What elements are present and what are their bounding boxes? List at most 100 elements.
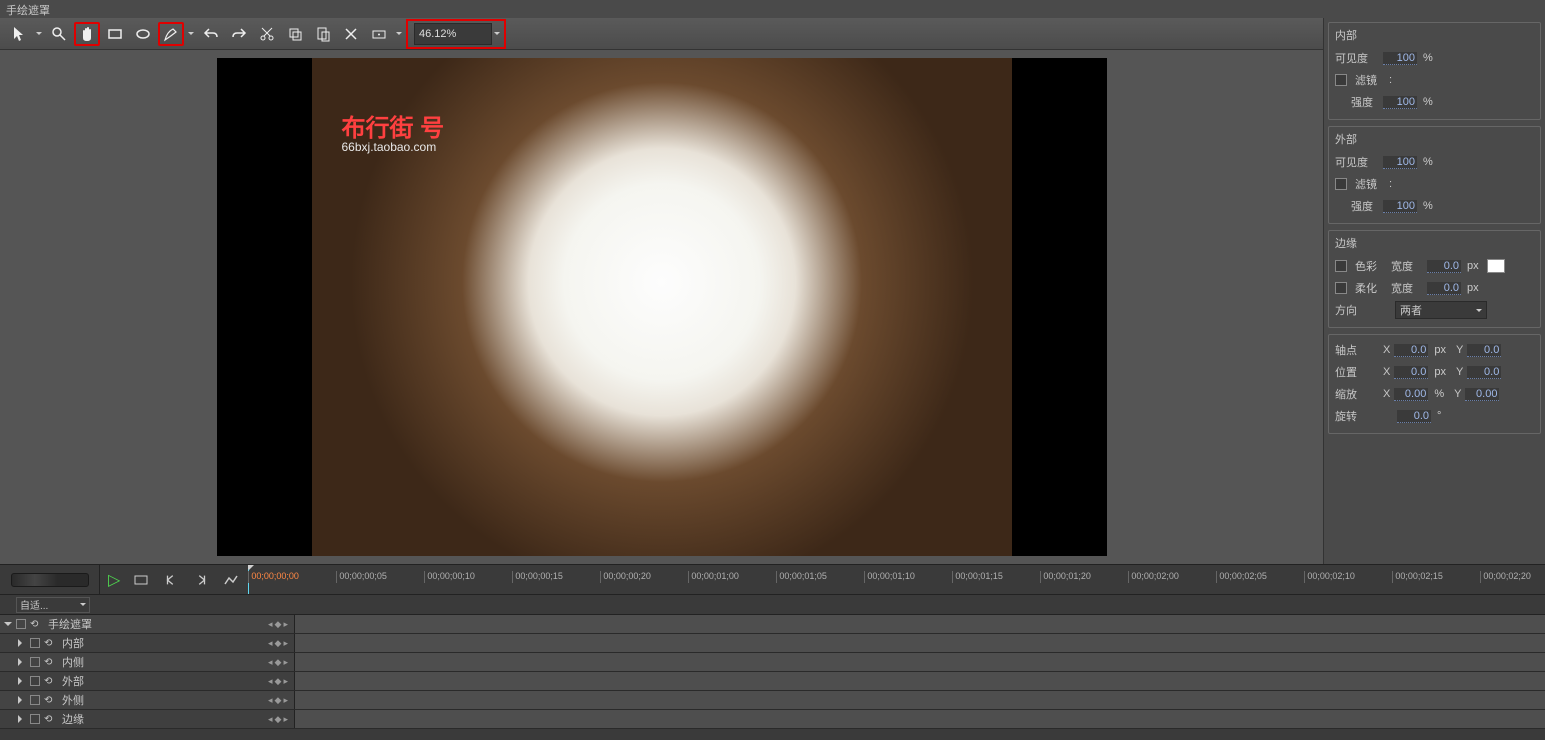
- timeline-mode-select[interactable]: 自适...: [16, 597, 90, 613]
- copy-icon[interactable]: [282, 22, 308, 46]
- track-lane[interactable]: [295, 653, 1545, 671]
- canvas[interactable]: 布行街 号 66bxj.taobao.com: [0, 50, 1323, 564]
- pivot-x-value[interactable]: 0.0: [1394, 344, 1428, 357]
- pen-tool-dropdown[interactable]: [186, 22, 196, 46]
- loop-icon[interactable]: [132, 571, 150, 589]
- track-enable-checkbox[interactable]: [30, 714, 40, 724]
- edge-color-swatch[interactable]: [1487, 259, 1505, 273]
- track-row[interactable]: ⟲手绘遮罩◂◆▸: [0, 615, 1545, 634]
- kf-add-icon[interactable]: ◆: [275, 638, 282, 649]
- edge-color-checkbox[interactable]: [1335, 260, 1347, 272]
- track-enable-checkbox[interactable]: [30, 657, 40, 667]
- play-button[interactable]: ▷: [108, 570, 120, 590]
- ruler-tick[interactable]: 00;00;00;00: [248, 571, 299, 583]
- ellipse-tool-icon[interactable]: [130, 22, 156, 46]
- kf-next-icon[interactable]: ▸: [283, 657, 288, 668]
- ruler-tick[interactable]: 00;00;00;10: [424, 571, 475, 583]
- track-enable-checkbox[interactable]: [30, 676, 40, 686]
- track-row[interactable]: ⟲外部◂◆▸: [0, 672, 1545, 691]
- hand-tool[interactable]: [74, 22, 100, 46]
- expand-toggle-icon[interactable]: [4, 622, 12, 630]
- kf-prev-icon[interactable]: ◂: [268, 638, 273, 649]
- kf-add-icon[interactable]: ◆: [275, 676, 282, 687]
- kf-prev-icon[interactable]: ◂: [268, 676, 273, 687]
- zoom-level-input[interactable]: 46.12%: [414, 23, 492, 45]
- edge-soften-value[interactable]: 0.0: [1427, 282, 1461, 295]
- ruler-tick[interactable]: 00;00;02;15: [1392, 571, 1443, 583]
- scale-x-value[interactable]: 0.00: [1394, 388, 1428, 401]
- aspect-icon[interactable]: [366, 22, 392, 46]
- track-row[interactable]: ⟲边缘◂◆▸: [0, 710, 1545, 729]
- expand-toggle-icon[interactable]: [18, 658, 26, 666]
- kf-add-icon[interactable]: ◆: [275, 657, 282, 668]
- pointer-tool[interactable]: [6, 22, 32, 46]
- ruler-tick[interactable]: 00;00;02;10: [1304, 571, 1355, 583]
- kf-next-icon[interactable]: ▸: [283, 638, 288, 649]
- track-reset-icon[interactable]: ⟲: [44, 638, 58, 649]
- graph-icon[interactable]: [222, 571, 240, 589]
- delete-icon[interactable]: [338, 22, 364, 46]
- track-lane[interactable]: [295, 615, 1545, 633]
- track-reset-icon[interactable]: ⟲: [30, 619, 44, 630]
- prev-keyframe-icon[interactable]: [162, 571, 180, 589]
- ruler-tick[interactable]: 00;00;01;05: [776, 571, 827, 583]
- position-x-value[interactable]: 0.0: [1394, 366, 1428, 379]
- track-enable-checkbox[interactable]: [16, 619, 26, 629]
- ruler-tick[interactable]: 00;00;00;20: [600, 571, 651, 583]
- kf-prev-icon[interactable]: ◂: [268, 695, 273, 706]
- scrub-wheel[interactable]: [11, 573, 89, 587]
- track-reset-icon[interactable]: ⟲: [44, 657, 58, 668]
- aspect-dropdown[interactable]: [394, 22, 404, 46]
- kf-next-icon[interactable]: ▸: [283, 714, 288, 725]
- track-row[interactable]: ⟲内部◂◆▸: [0, 634, 1545, 653]
- kf-prev-icon[interactable]: ◂: [268, 657, 273, 668]
- position-y-value[interactable]: 0.0: [1467, 366, 1501, 379]
- ruler-tick[interactable]: 00;00;02;20: [1480, 571, 1531, 583]
- pivot-y-value[interactable]: 0.0: [1467, 344, 1501, 357]
- kf-next-icon[interactable]: ▸: [283, 695, 288, 706]
- outer-intensity-value[interactable]: 100: [1383, 200, 1417, 213]
- inner-filter-checkbox[interactable]: [1335, 74, 1347, 86]
- kf-add-icon[interactable]: ◆: [275, 714, 282, 725]
- timeline-ruler[interactable]: 00;00;00;00 00;00;00;05 00;00;00;10 00;00;0…: [248, 565, 1545, 594]
- scale-y-value[interactable]: 0.00: [1465, 388, 1499, 401]
- expand-toggle-icon[interactable]: [18, 639, 26, 647]
- kf-next-icon[interactable]: ▸: [283, 676, 288, 687]
- cut-icon[interactable]: [254, 22, 280, 46]
- ruler-tick[interactable]: 00;00;02;05: [1216, 571, 1267, 583]
- zoom-tool-icon[interactable]: [46, 22, 72, 46]
- expand-toggle-icon[interactable]: [18, 715, 26, 723]
- track-reset-icon[interactable]: ⟲: [44, 714, 58, 725]
- redo-icon[interactable]: [226, 22, 252, 46]
- expand-toggle-icon[interactable]: [18, 677, 26, 685]
- next-keyframe-icon[interactable]: [192, 571, 210, 589]
- paste-icon[interactable]: [310, 22, 336, 46]
- track-lane[interactable]: [295, 691, 1545, 709]
- inner-visibility-value[interactable]: 100: [1383, 52, 1417, 65]
- track-enable-checkbox[interactable]: [30, 638, 40, 648]
- track-lane[interactable]: [295, 634, 1545, 652]
- ruler-tick[interactable]: 00;00;01;00: [688, 571, 739, 583]
- rectangle-tool-icon[interactable]: [102, 22, 128, 46]
- edge-soften-checkbox[interactable]: [1335, 282, 1347, 294]
- outer-visibility-value[interactable]: 100: [1383, 156, 1417, 169]
- kf-prev-icon[interactable]: ◂: [268, 619, 273, 630]
- undo-icon[interactable]: [198, 22, 224, 46]
- ruler-tick[interactable]: 00;00;00;15: [512, 571, 563, 583]
- ruler-tick[interactable]: 00;00;01;20: [1040, 571, 1091, 583]
- kf-add-icon[interactable]: ◆: [275, 619, 282, 630]
- track-row[interactable]: ⟲内侧◂◆▸: [0, 653, 1545, 672]
- pen-tool[interactable]: [158, 22, 184, 46]
- kf-add-icon[interactable]: ◆: [275, 695, 282, 706]
- ruler-tick[interactable]: 00;00;00;05: [336, 571, 387, 583]
- track-reset-icon[interactable]: ⟲: [44, 676, 58, 687]
- inner-intensity-value[interactable]: 100: [1383, 96, 1417, 109]
- edge-width-value[interactable]: 0.0: [1427, 260, 1461, 273]
- kf-prev-icon[interactable]: ◂: [268, 714, 273, 725]
- track-lane[interactable]: [295, 710, 1545, 728]
- edge-direction-select[interactable]: 两者: [1395, 301, 1487, 319]
- rotation-value[interactable]: 0.0: [1397, 410, 1431, 423]
- track-lane[interactable]: [295, 672, 1545, 690]
- outer-filter-checkbox[interactable]: [1335, 178, 1347, 190]
- ruler-tick[interactable]: 00;00;01;10: [864, 571, 915, 583]
